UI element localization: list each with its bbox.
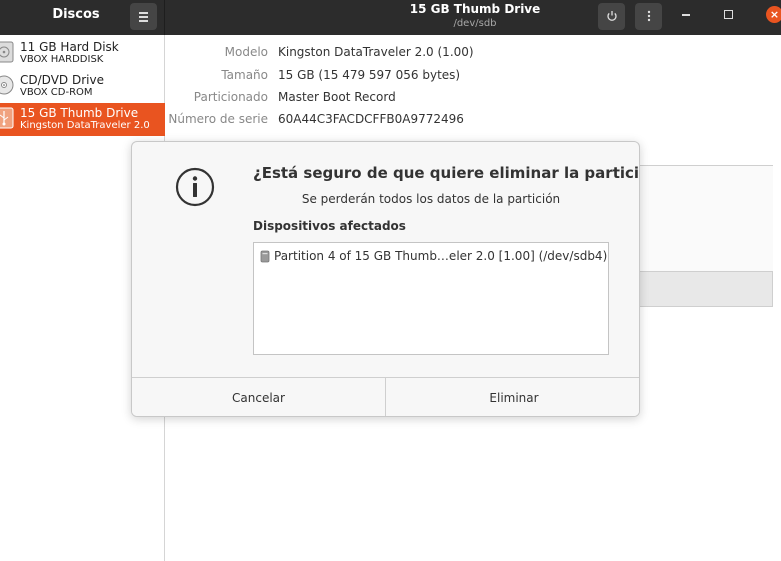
sidebar-item-thumb-drive[interactable]: 15 GB Thumb Drive Kingston DataTraveler … [0, 103, 165, 136]
delete-button[interactable]: Eliminar [387, 378, 639, 416]
minimize-icon[interactable] [682, 14, 690, 16]
optical-disc-icon [0, 75, 14, 95]
hamburger-menu-icon[interactable] [130, 3, 157, 30]
usb-drive-icon [0, 107, 14, 129]
dialog-subtitle: Se perderán todos los datos de la partic… [301, 192, 561, 206]
partition-icon [260, 250, 270, 263]
detail-value: Kingston DataTraveler 2.0 (1.00) [278, 45, 474, 59]
detail-label: Particionado [193, 90, 268, 104]
kebab-menu-icon [647, 10, 650, 22]
detail-label: Número de serie [168, 112, 268, 126]
drive-name: CD/DVD Drive [20, 73, 104, 87]
drive-model: Kingston DataTraveler 2.0 [20, 120, 150, 131]
list-item[interactable]: Partition 4 of 15 GB Thumb…eler 2.0 [1.0… [260, 249, 607, 263]
hard-disk-icon [0, 41, 14, 63]
window-title-block: 15 GB Thumb Drive /dev/sdb [360, 2, 590, 30]
drive-name: 11 GB Hard Disk [20, 40, 119, 54]
drive-menu-button[interactable] [635, 3, 662, 30]
window-title: 15 GB Thumb Drive [409, 2, 541, 16]
detail-value: 60A44C3FACDCFFB0A9772496 [278, 112, 464, 126]
drive-model: VBOX CD-ROM [20, 87, 93, 98]
affected-devices-list[interactable]: Partition 4 of 15 GB Thumb…eler 2.0 [1.0… [253, 242, 609, 355]
sidebar-header: Discos [0, 0, 165, 35]
affected-device-text: Partition 4 of 15 GB Thumb…eler 2.0 [1.0… [274, 249, 608, 263]
volume-map[interactable] [639, 165, 773, 272]
info-icon [175, 167, 215, 207]
window-subtitle: /dev/sdb [453, 18, 497, 29]
sidebar-item-cd-dvd[interactable]: CD/DVD Drive VBOX CD-ROM [0, 70, 165, 103]
title-bar: Discos 15 GB Thumb Drive /dev/sdb × [0, 0, 781, 35]
detail-label: Tamaño [221, 68, 268, 82]
delete-partition-dialog: ¿Está seguro de que quiere eliminar la p… [131, 141, 640, 417]
cancel-button[interactable]: Cancelar [132, 378, 386, 416]
power-icon [606, 11, 617, 21]
detail-label: Modelo [224, 45, 268, 59]
detail-value: Master Boot Record [278, 90, 396, 104]
dialog-title: ¿Está seguro de que quiere eliminar la p… [253, 164, 640, 182]
close-icon[interactable]: × [766, 6, 781, 23]
drive-name: 15 GB Thumb Drive [20, 106, 139, 120]
detail-value: 15 GB (15 479 597 056 bytes) [278, 68, 461, 82]
power-off-button[interactable] [598, 3, 625, 30]
sidebar-item-hard-disk[interactable]: 11 GB Hard Disk VBOX HARDDISK [0, 37, 165, 70]
affected-devices-label: Dispositivos afectados [253, 219, 406, 233]
maximize-icon[interactable] [724, 10, 733, 19]
drive-model: VBOX HARDDISK [20, 54, 104, 65]
dialog-actions: Cancelar Eliminar [132, 377, 639, 416]
volume-toolbar [639, 272, 773, 307]
